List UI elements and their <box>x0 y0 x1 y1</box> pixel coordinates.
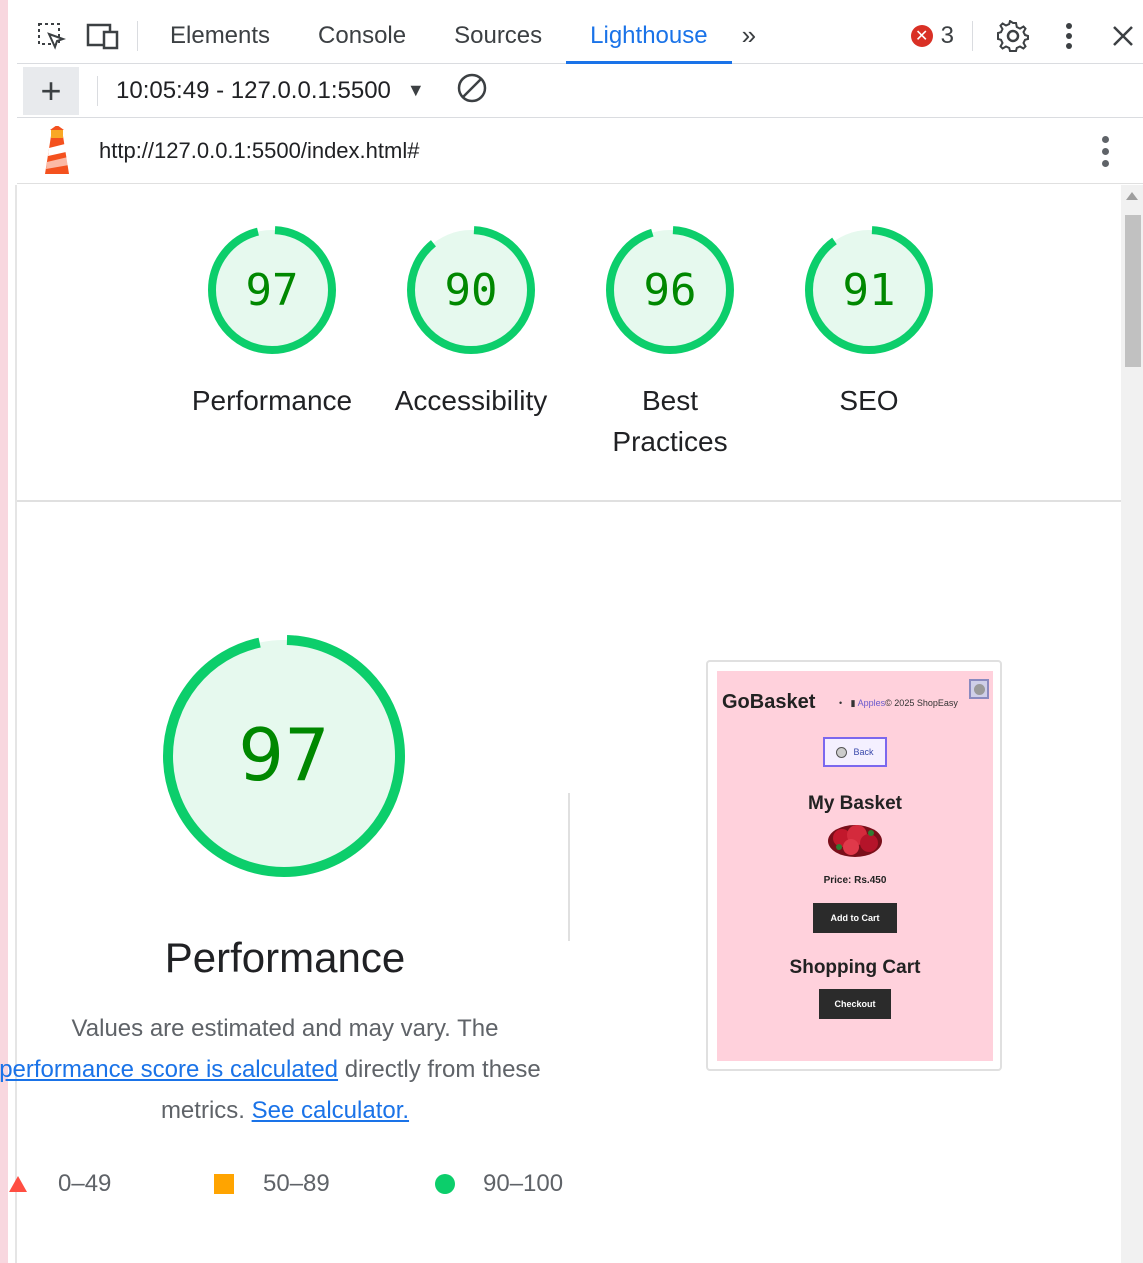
description-text: metrics. <box>160 1097 245 1124</box>
legend-range: 0–49 <box>58 1170 112 1197</box>
gauge-ring: 96 <box>606 226 734 354</box>
gauge-label: SEO <box>839 385 899 416</box>
description-text: Values are estimated and may vary. The <box>71 1015 499 1042</box>
screenshot-price: Price: Rs.450 <box>823 875 887 886</box>
error-count: 3 <box>940 21 954 49</box>
gauge-score: 91 <box>843 265 896 316</box>
fail-triangle-icon <box>9 1176 27 1192</box>
screenshot-page: GoBasket • ▮ Apples© 2025 ShopEasy Back … <box>717 671 993 1061</box>
report-select[interactable]: 10:05:49 - 127.0.0.1:5500 ▼ <box>116 77 425 105</box>
cart-heading: Shopping Cart <box>789 957 921 978</box>
gauge-ring: 90 <box>407 226 535 354</box>
error-icon: ✕ <box>910 24 933 47</box>
scrollbar-thumb[interactable] <box>1125 215 1141 367</box>
toolbar-separator <box>972 20 973 51</box>
vertical-divider <box>568 793 570 941</box>
gauge-accessibility[interactable]: 90 Accessibility <box>371 220 571 421</box>
average-square-icon <box>214 1174 234 1194</box>
score-summary: 97 Performance 90 Accessibility 96 Best … <box>17 220 1121 500</box>
see-calculator-link[interactable]: See calculator. <box>252 1097 409 1124</box>
nav-link: Apples <box>857 698 886 708</box>
clear-all-icon[interactable] <box>455 71 489 110</box>
tab-lighthouse[interactable]: Lighthouse <box>566 8 733 64</box>
strawberry-image <box>827 823 883 864</box>
basket-heading: My Basket <box>808 793 902 814</box>
gauge-performance[interactable]: 97 Performance <box>172 220 372 421</box>
selected-report-label: 10:05:49 - 127.0.0.1:5500 <box>116 76 391 104</box>
screenshot-nav: • ▮ Apples© 2025 ShopEasy <box>839 698 958 708</box>
more-tabs-chevron-icon[interactable]: » <box>732 20 766 51</box>
legend-fail: 0–49 <box>8 1166 111 1202</box>
devtools-toolbar: Elements Console Sources Lighthouse » ✕ … <box>17 8 1143 64</box>
close-devtools-icon[interactable] <box>1103 16 1143 56</box>
toolbar-separator <box>137 20 138 51</box>
gauge-label: Best Practices <box>612 385 728 457</box>
performance-gauge-large: 97 <box>158 630 410 887</box>
nav-bullet: • <box>839 698 843 708</box>
caret-down-icon: ▼ <box>406 80 425 100</box>
screenshot-add-to-cart: Add to Cart <box>813 903 897 933</box>
error-count-badge[interactable]: ✕ 3 <box>910 21 954 50</box>
tab-console[interactable]: Console <box>294 8 430 64</box>
report-url: http://127.0.0.1:5500/index.html# <box>99 138 420 163</box>
gauge-score: 97 <box>246 265 299 316</box>
legend-range: 50–89 <box>263 1170 330 1197</box>
section-divider <box>17 500 1121 502</box>
report-bar: + 10:05:49 - 127.0.0.1:5500 ▼ <box>17 64 1143 118</box>
tab-elements[interactable]: Elements <box>146 8 294 64</box>
device-toolbar-icon[interactable] <box>83 16 123 56</box>
performance-description: Values are estimated and may vary. The p… <box>0 1008 570 1131</box>
gauge-label: Performance <box>191 385 353 416</box>
screenshot-brand: GoBasket <box>722 691 816 713</box>
gauge-score: 90 <box>445 265 498 316</box>
gauge-ring: 97 <box>208 226 336 354</box>
gauge-label: Accessibility <box>394 385 548 416</box>
score-legend: 0–49 50–89 90–100 <box>0 1166 570 1202</box>
report-menu-icon[interactable] <box>1102 135 1109 167</box>
performance-title: Performance <box>164 934 406 981</box>
final-screenshot[interactable]: GoBasket • ▮ Apples© 2025 ShopEasy Back … <box>706 660 1002 1071</box>
avatar-icon <box>969 679 989 699</box>
inspect-element-icon[interactable] <box>31 16 71 56</box>
pass-circle-icon <box>435 1174 455 1194</box>
legend-range: 90–100 <box>483 1170 564 1197</box>
report-bar-separator <box>97 75 98 106</box>
screenshot-checkout: Checkout <box>819 989 891 1019</box>
legend-average: 50–89 <box>214 1166 330 1202</box>
description-text: directly from these <box>344 1056 541 1083</box>
nav-copyright: © 2025 ShopEasy <box>885 698 958 708</box>
gauge-score: 96 <box>644 265 697 316</box>
gauge-best-practices[interactable]: 96 Best Practices <box>570 220 770 462</box>
lighthouse-logo-icon <box>37 125 77 176</box>
scroll-up-arrow-icon[interactable] <box>1126 192 1138 200</box>
screenshot-back-button: Back <box>823 737 887 767</box>
performance-score-large: 97 <box>238 713 330 797</box>
score-calculated-link[interactable]: performance score is calculated <box>0 1056 338 1083</box>
legend-pass: 90–100 <box>435 1166 563 1202</box>
settings-gear-icon[interactable] <box>993 16 1033 56</box>
new-report-button[interactable]: + <box>23 66 79 115</box>
gauge-ring: 91 <box>805 226 933 354</box>
customize-menu-icon[interactable] <box>1049 16 1089 56</box>
report-url-row: http://127.0.0.1:5500/index.html# <box>17 119 1143 184</box>
back-label: Back <box>853 747 874 757</box>
tab-sources[interactable]: Sources <box>430 8 566 64</box>
gauge-seo[interactable]: 91 SEO <box>769 220 969 421</box>
